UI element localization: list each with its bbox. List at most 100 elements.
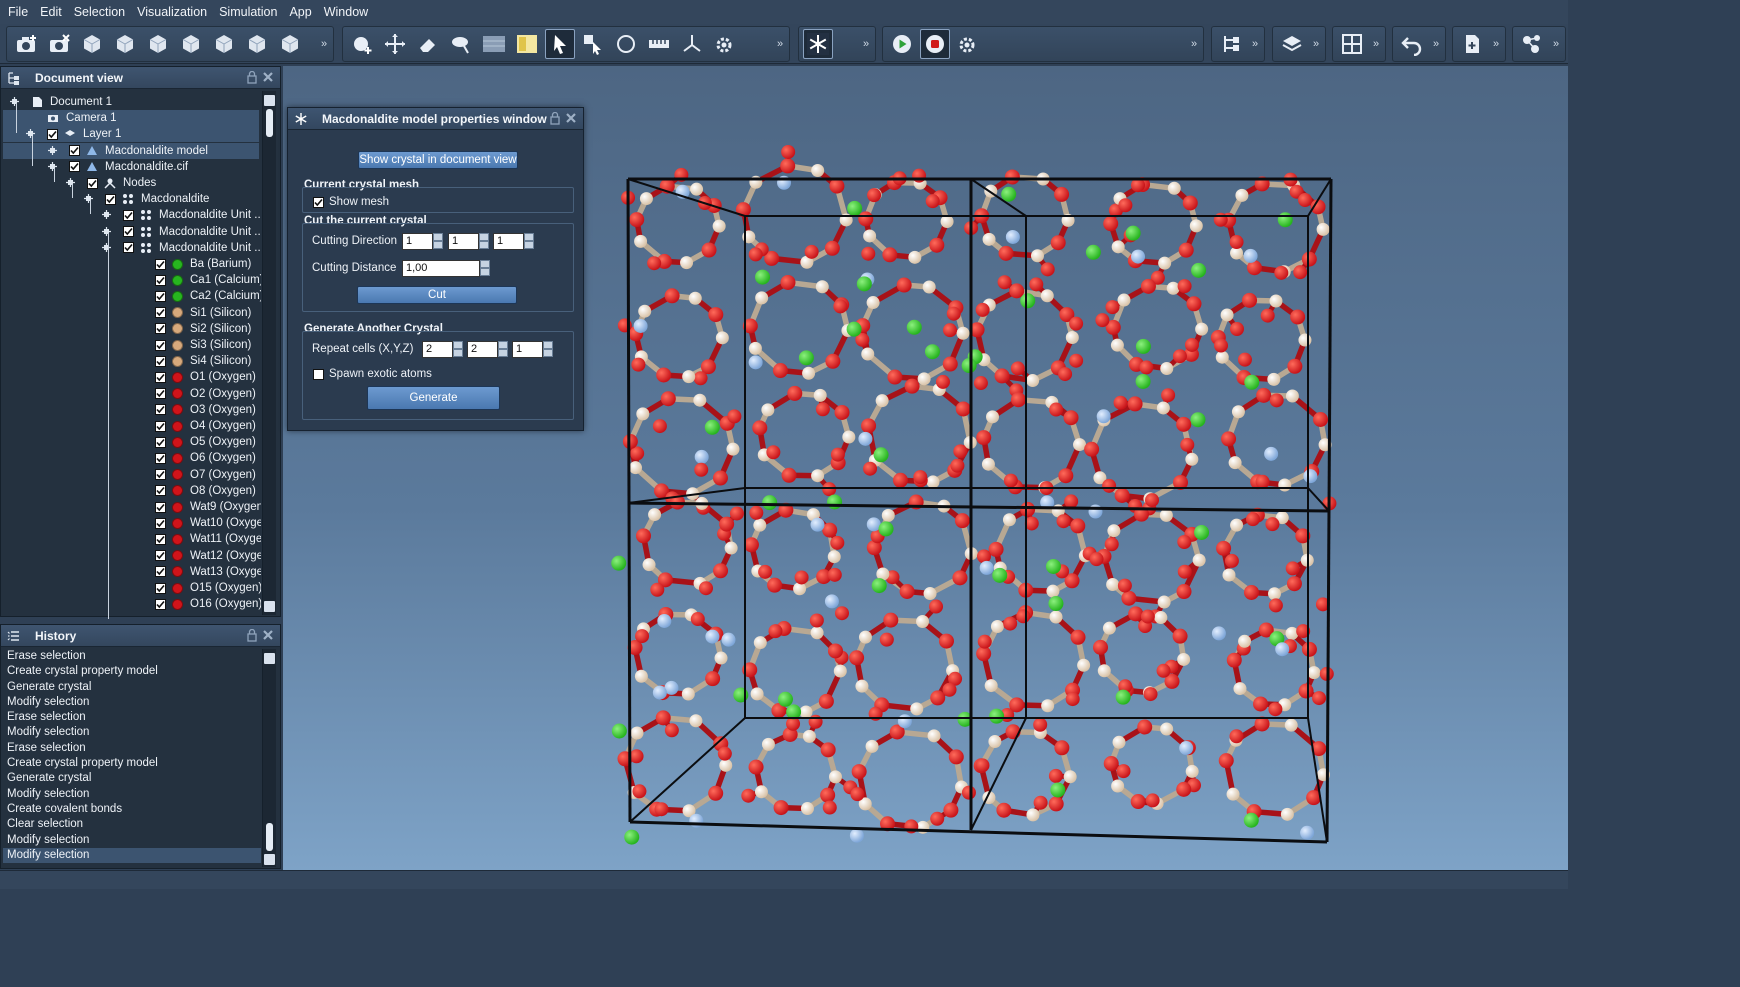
oxygen-atom[interactable] xyxy=(1172,628,1188,644)
oxygen-atom[interactable] xyxy=(664,723,679,738)
oxygen-atom[interactable] xyxy=(863,461,878,476)
oxygen-atom[interactable] xyxy=(729,506,744,521)
oxygen-atom[interactable] xyxy=(1287,358,1303,374)
silicon-atom[interactable] xyxy=(802,729,816,743)
blue-atom[interactable] xyxy=(1243,248,1258,263)
oxygen-atom[interactable] xyxy=(749,505,764,520)
silicon-atom[interactable] xyxy=(922,280,936,294)
oxygen-atom[interactable] xyxy=(858,211,874,227)
oxygen-atom[interactable] xyxy=(701,242,717,258)
cutting-direction-z-input[interactable]: 1 xyxy=(493,233,534,250)
silicon-atom[interactable] xyxy=(1228,456,1242,470)
palette-button[interactable] xyxy=(512,29,542,59)
silicon-atom[interactable] xyxy=(755,291,769,305)
silicon-atom[interactable] xyxy=(1278,478,1292,492)
oxygen-atom[interactable] xyxy=(1301,251,1317,267)
oxygen-atom[interactable] xyxy=(719,516,735,532)
calcium-atom[interactable] xyxy=(989,708,1005,724)
add-object-button[interactable] xyxy=(347,29,377,59)
history-item[interactable]: Erase selection xyxy=(3,741,261,756)
oxygen-atom[interactable] xyxy=(1004,169,1020,185)
oxygen-atom[interactable] xyxy=(1033,717,1048,732)
silicon-atom[interactable] xyxy=(630,726,644,740)
silicon-atom[interactable] xyxy=(881,508,895,522)
spin-down-icon[interactable] xyxy=(543,349,553,357)
silicon-atom[interactable] xyxy=(642,558,656,572)
silicon-atom[interactable] xyxy=(1316,222,1330,236)
oxygen-atom[interactable] xyxy=(961,785,976,800)
history-item[interactable]: Create crystal property model xyxy=(3,664,261,679)
oxygen-atom[interactable] xyxy=(1095,313,1110,328)
new-document-button[interactable] xyxy=(1457,29,1487,59)
blue-atom[interactable] xyxy=(1300,825,1315,840)
oxygen-atom[interactable] xyxy=(708,785,724,801)
repeat-cells-y-input[interactable]: 2 xyxy=(467,341,508,358)
toolbar-overflow-icon[interactable]: » xyxy=(1493,38,1501,50)
toolbar-overflow-icon[interactable]: » xyxy=(1313,38,1321,50)
oxygen-atom[interactable] xyxy=(1145,493,1160,508)
oxygen-atom[interactable] xyxy=(1172,349,1187,364)
paint-button[interactable] xyxy=(446,29,476,59)
oxygen-atom[interactable] xyxy=(787,385,803,401)
oxygen-atom[interactable] xyxy=(948,749,964,765)
oxygen-atom[interactable] xyxy=(1010,392,1026,408)
oxygen-atom[interactable] xyxy=(705,671,721,687)
silicon-atom[interactable] xyxy=(802,366,816,380)
silicon-atom[interactable] xyxy=(1065,331,1079,345)
history-item[interactable]: Erase selection xyxy=(3,710,261,725)
oxygen-atom[interactable] xyxy=(1243,584,1259,600)
silicon-atom[interactable] xyxy=(990,620,1004,634)
oxygen-atom[interactable] xyxy=(693,371,708,386)
oxygen-atom[interactable] xyxy=(1054,186,1070,202)
silicon-atom[interactable] xyxy=(982,232,996,246)
cutting-direction-y-input[interactable]: 1 xyxy=(448,233,489,250)
history-item[interactable]: Generate crystal xyxy=(3,680,261,695)
silicon-atom[interactable] xyxy=(917,372,931,386)
oxygen-atom[interactable] xyxy=(1216,540,1232,556)
silicon-atom[interactable] xyxy=(916,614,930,628)
oxygen-atom[interactable] xyxy=(1102,478,1117,493)
silicon-atom[interactable] xyxy=(1177,652,1191,666)
blue-atom[interactable] xyxy=(1131,249,1146,264)
blue-atom[interactable] xyxy=(1096,409,1111,424)
spin-down-icon[interactable] xyxy=(453,349,463,357)
eraser-button[interactable] xyxy=(413,29,443,59)
silicon-atom[interactable] xyxy=(714,651,728,665)
cube-view-button[interactable] xyxy=(77,29,107,59)
oxygen-atom[interactable] xyxy=(1229,322,1244,337)
silicon-atom[interactable] xyxy=(1185,764,1199,778)
oxygen-atom[interactable] xyxy=(1213,212,1228,227)
spin-down-icon[interactable] xyxy=(498,349,508,357)
oxygen-atom[interactable] xyxy=(1054,740,1070,756)
oxygen-atom[interactable] xyxy=(767,577,783,593)
spin-down-icon[interactable] xyxy=(480,268,490,276)
silicon-atom[interactable] xyxy=(1238,634,1252,648)
oxygen-atom[interactable] xyxy=(861,418,877,434)
silicon-atom[interactable] xyxy=(761,403,775,417)
oxygen-atom[interactable] xyxy=(1176,584,1192,600)
silicon-atom[interactable] xyxy=(1235,188,1249,202)
oxygen-atom[interactable] xyxy=(929,237,945,253)
oxygen-atom[interactable] xyxy=(1049,402,1064,417)
silicon-atom[interactable] xyxy=(1077,658,1091,672)
spin-up-icon[interactable] xyxy=(498,341,508,349)
silicon-atom[interactable] xyxy=(693,393,707,407)
oxygen-atom[interactable] xyxy=(1255,474,1270,489)
silicon-atom[interactable] xyxy=(1167,181,1181,195)
silicon-atom[interactable] xyxy=(1280,807,1294,821)
calcium-atom[interactable] xyxy=(846,321,862,337)
oxygen-atom[interactable] xyxy=(851,764,867,780)
silicon-atom[interactable] xyxy=(1030,249,1044,263)
oxygen-atom[interactable] xyxy=(883,612,899,628)
silicon-atom[interactable] xyxy=(1041,699,1055,713)
calcium-atom[interactable] xyxy=(924,344,940,360)
oxygen-atom[interactable] xyxy=(741,788,756,803)
blue-atom[interactable] xyxy=(858,431,873,446)
oxygen-atom[interactable] xyxy=(1048,768,1063,783)
silicon-atom[interactable] xyxy=(719,758,733,772)
silicon-atom[interactable] xyxy=(910,702,924,716)
silicon-atom[interactable] xyxy=(1063,770,1077,784)
silicon-atom[interactable] xyxy=(712,219,726,233)
oxygen-atom[interactable] xyxy=(1121,590,1137,606)
silicon-atom[interactable] xyxy=(865,739,879,753)
